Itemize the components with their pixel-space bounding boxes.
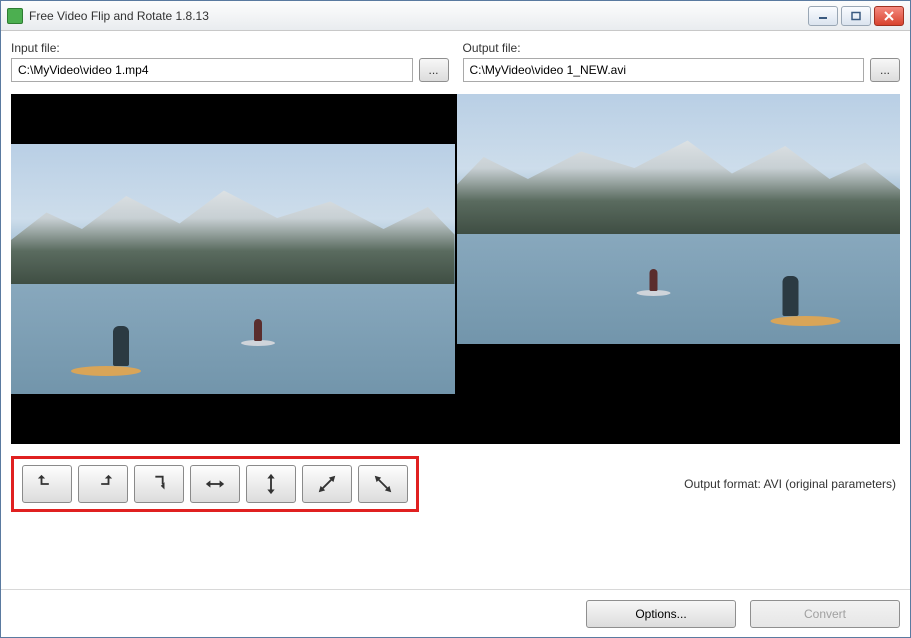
- rotate-cw-icon: [91, 473, 115, 495]
- close-button[interactable]: [874, 6, 904, 26]
- toolbar-row: Output format: AVI (original parameters): [11, 456, 900, 512]
- minimize-button[interactable]: [808, 6, 838, 26]
- rotate-ccw-icon: [35, 473, 59, 495]
- output-file-line: ...: [463, 58, 901, 82]
- rotate-180-button[interactable]: [134, 465, 184, 503]
- maximize-button[interactable]: [841, 6, 871, 26]
- preview-area: [11, 94, 900, 444]
- output-file-label: Output file:: [463, 41, 901, 55]
- flip-horizontal-button[interactable]: [190, 465, 240, 503]
- output-browse-button[interactable]: ...: [870, 58, 900, 82]
- rotate-ccw-button[interactable]: [22, 465, 72, 503]
- flip-diagonal-1-button[interactable]: [302, 465, 352, 503]
- app-window: Free Video Flip and Rotate 1.8.13 Input …: [0, 0, 911, 638]
- title-bar[interactable]: Free Video Flip and Rotate 1.8.13: [1, 1, 910, 31]
- preview-input: [11, 94, 455, 444]
- window-controls: [808, 6, 904, 26]
- rotate-180-icon: [147, 473, 171, 495]
- flip-vertical-button[interactable]: [246, 465, 296, 503]
- maximize-icon: [850, 11, 862, 21]
- input-file-section: Input file: ...: [11, 41, 449, 82]
- input-file-field[interactable]: [11, 58, 413, 82]
- window-title: Free Video Flip and Rotate 1.8.13: [29, 9, 808, 23]
- content-area: Input file: ... Output file: ...: [1, 31, 910, 589]
- input-file-label: Input file:: [11, 41, 449, 55]
- transform-toolbar: [11, 456, 419, 512]
- flip-horizontal-icon: [203, 473, 227, 495]
- close-icon: [883, 11, 895, 21]
- output-format-label: Output format: AVI (original parameters): [684, 477, 900, 491]
- output-file-field[interactable]: [463, 58, 865, 82]
- flip-diagonal-2-icon: [371, 473, 395, 495]
- flip-diagonal-2-button[interactable]: [358, 465, 408, 503]
- flip-diagonal-1-icon: [315, 473, 339, 495]
- flip-vertical-icon: [259, 473, 283, 495]
- file-row: Input file: ... Output file: ...: [11, 41, 900, 82]
- footer-bar: Options... Convert: [1, 589, 910, 637]
- rotate-cw-button[interactable]: [78, 465, 128, 503]
- app-icon: [7, 8, 23, 24]
- input-file-line: ...: [11, 58, 449, 82]
- convert-button[interactable]: Convert: [750, 600, 900, 628]
- options-button[interactable]: Options...: [586, 600, 736, 628]
- minimize-icon: [817, 11, 829, 21]
- input-browse-button[interactable]: ...: [419, 58, 449, 82]
- preview-output: [457, 94, 901, 444]
- output-file-section: Output file: ...: [463, 41, 901, 82]
